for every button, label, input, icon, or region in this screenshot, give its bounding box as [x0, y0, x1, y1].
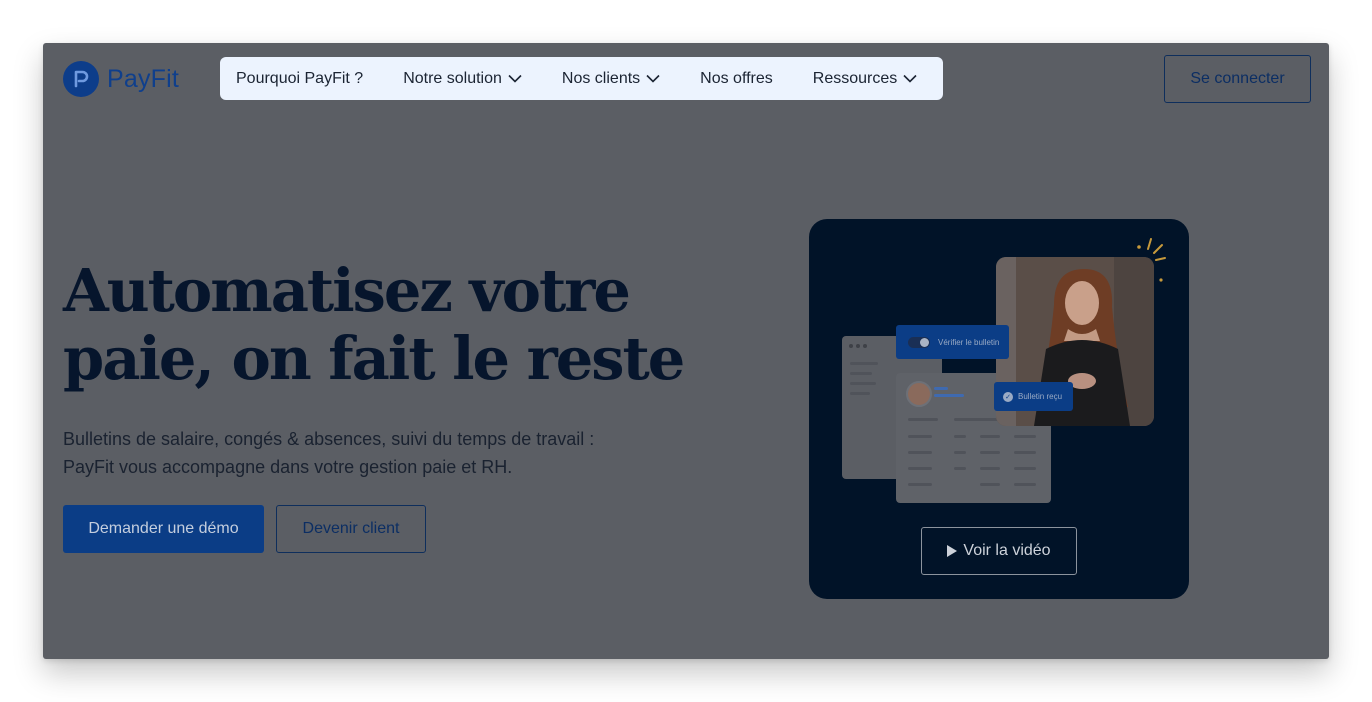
mockup-line	[954, 451, 966, 454]
main-nav: Pourquoi PayFit ? Notre solution Nos cli…	[220, 57, 943, 100]
mockup-line	[908, 418, 938, 421]
logo-wordmark: PayFit	[107, 64, 180, 93]
mockup-line	[908, 467, 932, 470]
mockup-line	[908, 483, 932, 486]
mockup-line	[850, 372, 872, 375]
payslip-received-label: Bulletin reçu	[1018, 392, 1063, 401]
verify-payslip-label: Vérifier le bulletin	[938, 337, 1000, 347]
verify-payslip-tag: Vérifier le bulletin	[896, 325, 1009, 359]
mockup-line	[980, 483, 1000, 486]
hero-title-line: paie, on fait le reste	[63, 324, 685, 393]
mockup-line	[850, 392, 870, 395]
mockup-line	[980, 451, 1000, 454]
mockup-line	[980, 435, 1000, 438]
mockup-line	[934, 394, 964, 397]
mockup-line	[1014, 483, 1036, 486]
nav-item-label: Nos offres	[700, 69, 773, 87]
toggle-icon	[908, 336, 930, 348]
become-client-button[interactable]: Devenir client	[276, 505, 426, 553]
window-dot	[856, 344, 860, 348]
video-card[interactable]: Vérifier le bulletin ✓ Bulletin reçu Voi…	[809, 219, 1189, 599]
employee-avatar	[906, 381, 932, 407]
nav-item-label: Notre solution	[403, 69, 502, 87]
check-circle-icon: ✓	[1003, 391, 1013, 402]
chevron-down-icon	[646, 74, 660, 83]
window-dot	[863, 344, 867, 348]
nav-item-pourquoi-payfit[interactable]: Pourquoi PayFit ?	[236, 70, 363, 88]
nav-item-label: Nos clients	[561, 69, 641, 87]
nav-item-ressources[interactable]: Ressources	[813, 70, 917, 88]
nav-item-label: Ressources	[812, 69, 898, 87]
watch-video-label: Voir la vidéo	[963, 542, 1051, 559]
mockup-line	[850, 362, 878, 365]
mockup-line	[980, 467, 1000, 470]
chevron-down-icon	[903, 74, 917, 83]
hero-subtitle-line: PayFit vous accompagne dans votre gestio…	[63, 457, 513, 477]
mockup-line	[908, 435, 932, 438]
window-dot	[849, 344, 853, 348]
mockup-line	[850, 382, 876, 385]
hero-title: Automatisez votre paie, on fait le reste	[63, 257, 703, 393]
payfit-logo-icon	[63, 61, 99, 97]
nav-item-label: Pourquoi PayFit ?	[236, 69, 364, 87]
mockup-line	[1014, 451, 1036, 454]
nav-item-nos-clients[interactable]: Nos clients	[562, 70, 660, 88]
hero-title-line: Automatisez votre	[63, 256, 631, 325]
nav-item-notre-solution[interactable]: Notre solution	[403, 70, 522, 88]
login-button[interactable]: Se connecter	[1164, 55, 1311, 103]
payslip-received-tag: ✓ Bulletin reçu	[994, 382, 1073, 411]
request-demo-button[interactable]: Demander une démo	[63, 505, 264, 553]
mockup-line	[1014, 467, 1036, 470]
mockup-line	[1014, 435, 1036, 438]
payfit-logo[interactable]: PayFit	[63, 61, 179, 97]
nav-item-nos-offres[interactable]: Nos offres	[700, 70, 773, 88]
chevron-down-icon	[508, 74, 522, 83]
hero-subtitle: Bulletins de salaire, congés & absences,…	[63, 425, 683, 481]
page-window: PayFit Pourquoi PayFit ? Notre solution …	[43, 43, 1329, 659]
play-icon	[947, 545, 958, 557]
mockup-line	[934, 387, 948, 390]
hero-subtitle-line: Bulletins de salaire, congés & absences,…	[63, 429, 595, 449]
mockup-line	[954, 418, 998, 421]
mockup-line	[954, 467, 966, 470]
mockup-line	[908, 451, 932, 454]
watch-video-button[interactable]: Voir la vidéo	[921, 527, 1077, 575]
mockup-line	[954, 435, 966, 438]
